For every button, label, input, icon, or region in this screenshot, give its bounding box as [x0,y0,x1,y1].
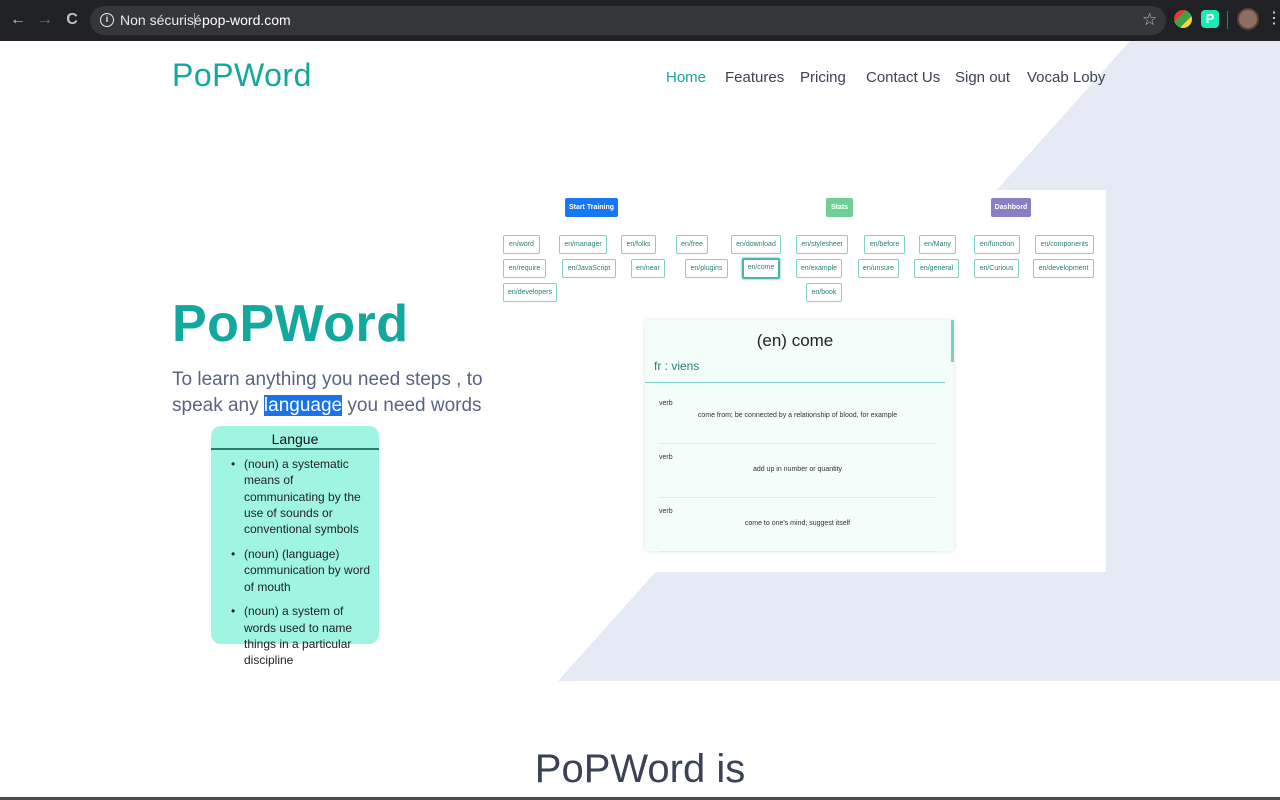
toolbar-divider [1227,11,1228,29]
address-bar[interactable]: i Non sécurisé pop-word.com ☆ [90,6,1166,35]
url-text[interactable]: pop-word.com [202,12,291,28]
definition-row: verb add up in number or quantity [659,454,936,498]
definition-text: come from; be connected by a relationshi… [697,412,898,419]
word-tag[interactable]: en/near [631,259,665,278]
word-tag[interactable]: en/stylesheet [796,235,848,254]
nav-vocab-loby[interactable]: Vocab Loby [1027,69,1105,86]
popup-definition: (noun) (language) communication by word … [211,546,379,595]
address-separator [194,13,195,28]
word-tag[interactable]: en/require [503,259,546,278]
start-training-button[interactable]: Start Training [565,198,618,217]
word-tag[interactable]: en/plugins [685,259,728,278]
site-logo[interactable]: PoPWord [172,57,312,94]
definition-text: come to one's mind; suggest itself [744,520,851,527]
extension-color-icon[interactable] [1174,10,1192,28]
nav-contact-us[interactable]: Contact Us [866,69,940,86]
popup-definition: (noun) a system of words used to name th… [211,603,379,668]
word-tag[interactable]: en/Many [919,235,956,254]
popup-title: Langue [211,426,379,450]
word-tag[interactable]: en/JavaScript [562,259,616,278]
definition-pos: verb [659,400,673,407]
info-icon[interactable]: i [100,13,114,27]
word-tag[interactable]: en/function [974,235,1020,254]
definition-text: add up in number or quantity [752,466,843,473]
back-arrow-icon[interactable]: ← [6,8,30,32]
highlighted-word[interactable]: language [263,395,343,416]
word-tag[interactable]: en/before [864,235,905,254]
nav-sign-out[interactable]: Sign out [955,69,1010,86]
bookmark-star-icon[interactable]: ☆ [1142,10,1157,30]
popup-definition: (noun) a systematic means of communicati… [211,456,379,537]
word-tag[interactable]: en/components [1035,235,1094,254]
popup-definition-list: (noun) a systematic means of communicati… [211,450,379,669]
word-tag[interactable]: en/developers [503,283,557,302]
card-translation: fr : viens [654,359,700,373]
definition-row: verb come from; be connected by a relati… [659,400,936,444]
word-tag[interactable]: en/general [914,259,959,278]
hero-title: PoPWord [172,295,409,353]
word-tag-selected[interactable]: en/come [742,258,780,279]
nav-pricing[interactable]: Pricing [800,69,846,86]
word-tag[interactable]: en/unsure [858,259,899,278]
nav-home[interactable]: Home [666,69,706,86]
app-preview: Start Training Stats Dashbord en/word en… [490,190,1106,572]
word-tag[interactable]: en/example [796,259,842,278]
word-tag[interactable]: en/folks [621,235,656,254]
menu-kebab-icon[interactable]: ⋮ [1266,8,1280,28]
word-tag[interactable]: en/Curious [974,259,1019,278]
hero-subtitle: To learn anything you need steps , to sp… [172,367,492,419]
card-divider [645,382,945,383]
browser-toolbar: ← → C i Non sécurisé pop-word.com ☆ P ⋮ [0,0,1280,41]
word-tag[interactable]: en/download [731,235,781,254]
security-label[interactable]: Non sécurisé [120,12,202,28]
word-tag[interactable]: en/manager [559,235,607,254]
extension-p-icon[interactable]: P [1201,10,1219,28]
definition-pos: verb [659,454,673,461]
reload-icon[interactable]: C [60,8,84,32]
section-title: PoPWord is [534,747,746,791]
nav-features[interactable]: Features [725,69,784,86]
hero-subtitle-text-end: you need words [342,395,482,416]
forward-arrow-icon[interactable]: → [33,8,57,32]
profile-avatar[interactable] [1237,8,1259,30]
card-title: (en) come [756,331,834,350]
word-tag[interactable]: en/development [1033,259,1094,278]
stats-button[interactable]: Stats [826,198,853,217]
definition-pos: verb [659,508,673,515]
definition-row: verb come to one's mind; suggest itself [659,508,936,552]
page-content: PoPWord Home Features Pricing Contact Us… [0,41,1280,800]
word-tag[interactable]: en/word [503,235,540,254]
word-tag[interactable]: en/free [676,235,708,254]
definition-popup: Langue (noun) a systematic means of comm… [211,426,379,667]
dashboard-button[interactable]: Dashbord [991,198,1031,217]
word-tag[interactable]: en/book [806,283,842,302]
word-card: (en) come fr : viens verb come from; be … [645,320,954,552]
card-scrollbar[interactable] [951,320,954,362]
